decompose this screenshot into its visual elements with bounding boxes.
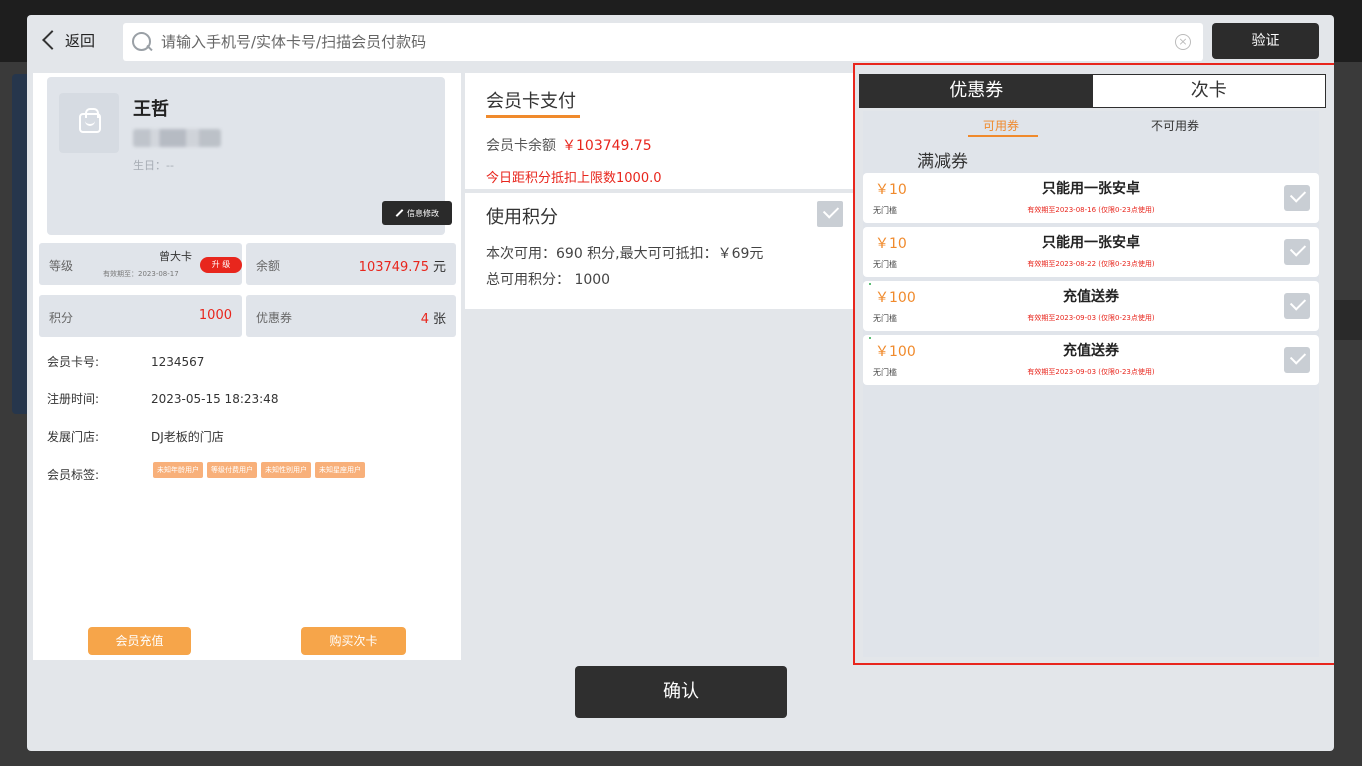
coupon-item[interactable]: ￥100 无门槛 充值送券 有效期至2023-09-03 (仅限0-23点使用)	[863, 281, 1319, 331]
confirm-button[interactable]: 确认	[575, 666, 787, 718]
points-stat: 积分 1000	[39, 295, 242, 337]
segment-tabs: 优惠券 次卡	[859, 74, 1326, 108]
clear-icon[interactable]: ×	[1175, 34, 1191, 50]
pen-icon	[395, 209, 404, 217]
use-points-section: 使用积分 本次可用：690 积分,最大可可抵扣：￥69元 总可用积分： 1000	[465, 193, 853, 309]
background-panel	[1334, 300, 1362, 340]
subtab-underline	[968, 135, 1038, 137]
member-tag: 未知性别用户	[261, 462, 311, 478]
coupon-group-title: 满减券	[917, 152, 968, 172]
coupon-subtabs: 可用券 不可用券	[863, 111, 1319, 141]
use-points-checkbox[interactable]	[817, 201, 843, 227]
birthday: 生日：--	[133, 159, 174, 172]
edit-info-button[interactable]: 信息修改	[382, 201, 452, 225]
level-stat: 等级 曾大卡 有效期至：2023-08-17 升 级	[39, 243, 242, 285]
member-payment-dialog: 返回 × 验证 王哲 生日：-- 信息修改 等级 曾大卡 有效期至：2023-0…	[27, 15, 1334, 751]
coupons-label: 优惠券	[256, 311, 293, 325]
level-label: 等级	[49, 259, 74, 273]
member-name: 王哲	[133, 99, 169, 120]
coupons-stat: 优惠券 4张	[246, 295, 456, 337]
coupon-item[interactable]: ￥10 无门槛 只能用一张安卓 有效期至2023-08-22 (仅限0-23点使…	[863, 227, 1319, 277]
member-tag: 未知星座用户	[315, 462, 365, 478]
upgrade-button[interactable]: 升 级	[200, 257, 242, 273]
buy-card-button[interactable]: 购买次卡	[301, 627, 406, 655]
search-box: ×	[123, 23, 1203, 61]
shopping-bag-icon	[79, 108, 101, 133]
coupon-name: 充值送券	[1063, 343, 1119, 359]
member-tags: 未知年龄用户 等级付费用户 未知性别用户 未知星座用户	[153, 462, 365, 478]
coupon-item[interactable]: ￥100 无门槛 充值送券 有效期至2023-09-03 (仅限0-23点使用)	[863, 335, 1319, 385]
back-label: 返回	[65, 31, 96, 50]
tab-count-cards[interactable]: 次卡	[1092, 75, 1325, 107]
recharge-button[interactable]: 会员充值	[88, 627, 191, 655]
coupon-expiry: 有效期至2023-08-16 (仅限0-23点使用)	[1027, 206, 1155, 214]
coupon-item[interactable]: ￥10 无门槛 只能用一张安卓 有效期至2023-08-16 (仅限0-23点使…	[863, 173, 1319, 223]
card-number-row: 会员卡号: 1234567	[47, 355, 205, 369]
coupon-selector: 优惠券 次卡 可用券 不可用券 满减券 ￥10 无门槛 只能用一张安卓 有效期至…	[853, 63, 1334, 665]
coupon-expiry: 有效期至2023-09-03 (仅限0-23点使用)	[1027, 314, 1155, 322]
points-value: 1000	[198, 308, 232, 323]
status-dot	[869, 337, 871, 339]
coupon-expiry: 有效期至2023-08-22 (仅限0-23点使用)	[1027, 260, 1155, 268]
points-total: 总可用积分： 1000	[486, 272, 611, 288]
coupon-name: 充值送券	[1063, 289, 1119, 305]
coupon-checkbox[interactable]	[1284, 293, 1310, 319]
coupon-checkbox[interactable]	[1284, 239, 1310, 265]
balance-value: 103749.75 元	[358, 260, 446, 275]
coupon-expiry: 有效期至2023-09-03 (仅限0-23点使用)	[1027, 368, 1155, 376]
card-balance-row: 会员卡余额 ￥103749.75	[486, 138, 652, 154]
coupon-list-panel: 可用券 不可用券 满减券 ￥10 无门槛 只能用一张安卓 有效期至2023-08…	[863, 111, 1319, 657]
search-input[interactable]	[161, 27, 1141, 57]
balance-label: 余额	[256, 259, 281, 273]
payment-title: 会员卡支付	[486, 91, 576, 112]
points-limit-notice: 今日距积分抵扣上限数1000.0	[486, 171, 662, 186]
points-available: 本次可用：690 积分,最大可可抵扣：￥69元	[486, 246, 764, 262]
member-info-panel: 王哲 生日：-- 信息修改 等级 曾大卡 有效期至：2023-08-17 升 级…	[33, 73, 461, 660]
profile-card: 王哲 生日：-- 信息修改	[47, 77, 452, 235]
coupon-name: 只能用一张安卓	[1042, 181, 1140, 197]
search-icon	[131, 31, 153, 53]
coupon-name: 只能用一张安卓	[1042, 235, 1140, 251]
member-card-payment: 会员卡支付 会员卡余额 ￥103749.75 今日距积分抵扣上限数1000.0	[465, 73, 853, 189]
status-dot	[869, 283, 871, 285]
edit-info-label: 信息修改	[407, 208, 439, 218]
title-underline	[486, 115, 580, 118]
card-expiry: 有效期至：2023-08-17	[103, 270, 179, 278]
verify-button[interactable]: 验证	[1212, 23, 1319, 59]
chevron-left-icon	[42, 30, 62, 50]
member-tag: 未知年龄用户	[153, 462, 203, 478]
card-name: 曾大卡	[159, 250, 192, 263]
coupon-checkbox[interactable]	[1284, 347, 1310, 373]
back-button[interactable]: 返回	[39, 27, 95, 53]
tab-available-coupons[interactable]: 可用券	[983, 117, 1019, 134]
search-bar: 返回 × 验证	[27, 15, 1334, 65]
tags-row: 会员标签:	[47, 468, 100, 482]
phone-number-masked	[133, 129, 221, 147]
tab-unavailable-coupons[interactable]: 不可用券	[1151, 117, 1199, 134]
points-label: 积分	[49, 311, 74, 325]
store-row: 发展门店: DJ老板的门店	[47, 430, 224, 444]
register-time-row: 注册时间: 2023-05-15 18:23:48	[47, 392, 279, 406]
balance-stat: 余额 103749.75 元	[246, 243, 456, 285]
coupon-checkbox[interactable]	[1284, 185, 1310, 211]
use-points-title: 使用积分	[486, 207, 558, 228]
coupons-value: 4张	[420, 312, 446, 327]
member-tag: 等级付费用户	[207, 462, 257, 478]
avatar	[59, 93, 119, 153]
tab-coupons[interactable]: 优惠券	[860, 75, 1093, 107]
